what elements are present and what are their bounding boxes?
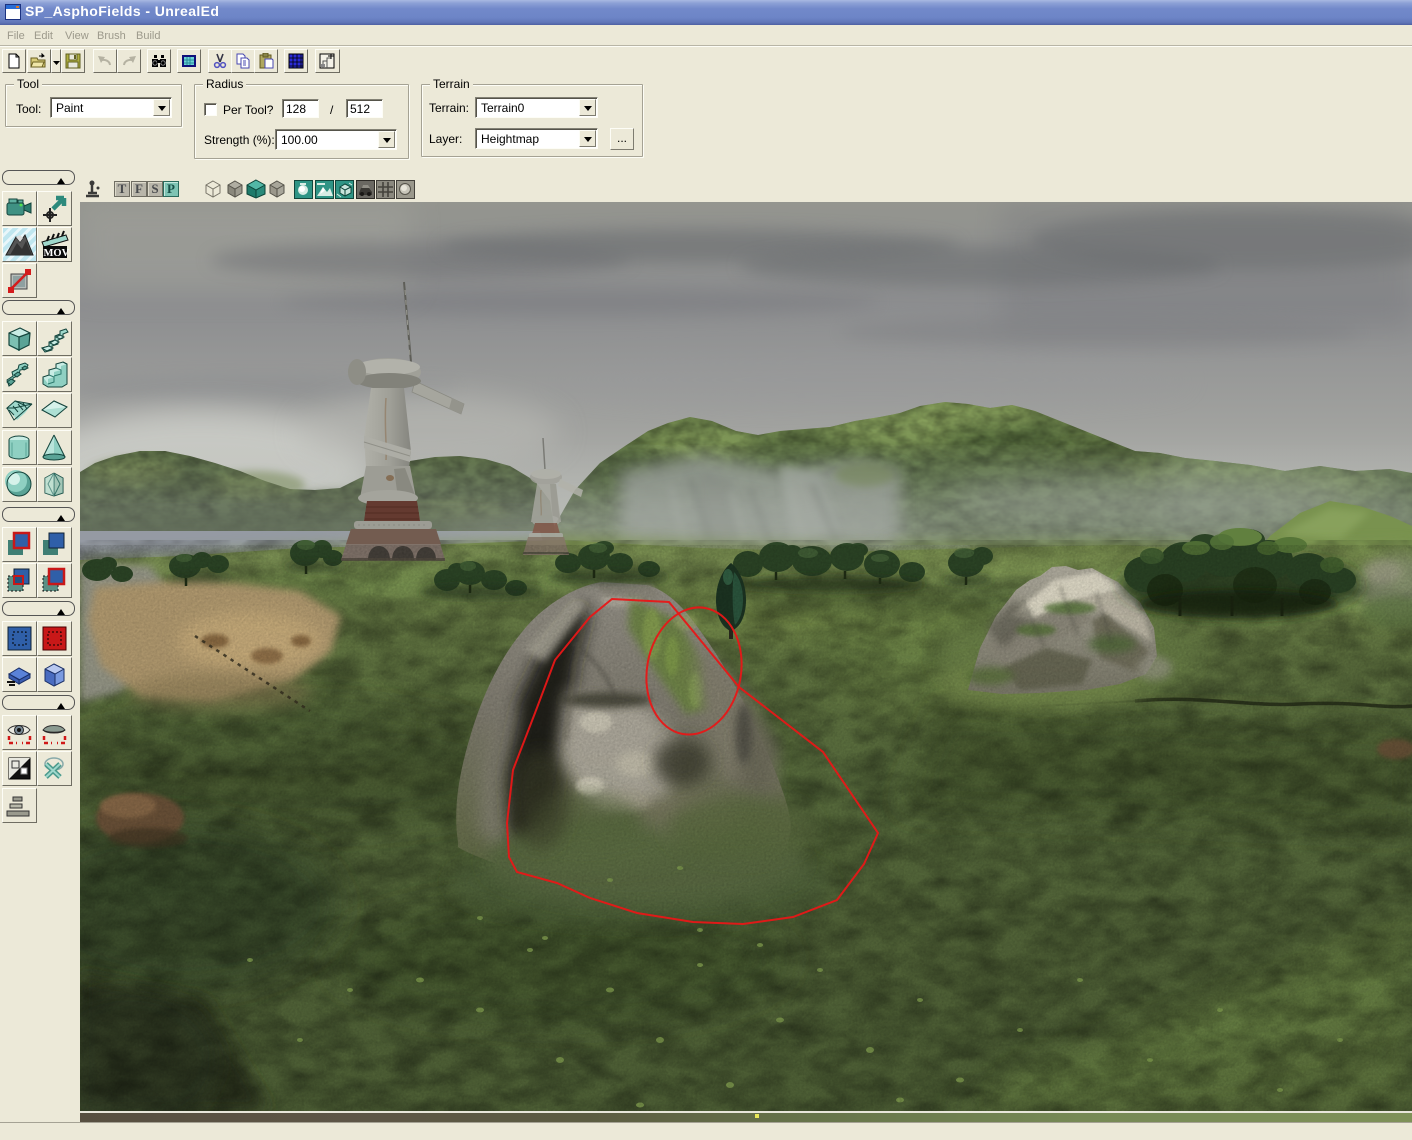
svg-text:MOV: MOV [44, 248, 70, 259]
